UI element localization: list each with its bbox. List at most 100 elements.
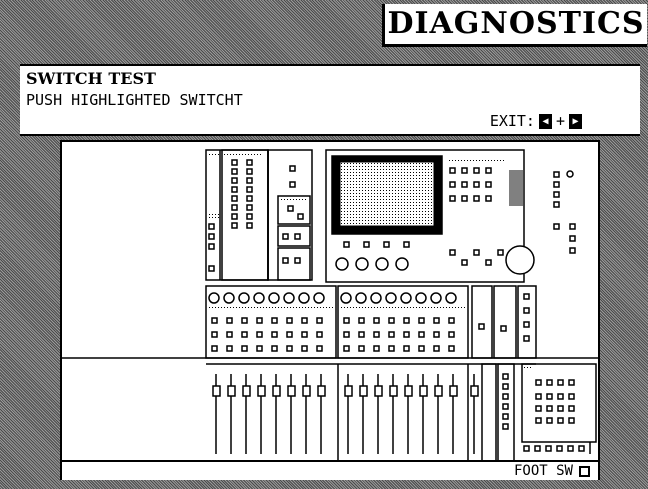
jog-wheel[interactable] bbox=[505, 245, 535, 275]
channel-mute-button[interactable] bbox=[343, 331, 350, 338]
nav-button[interactable] bbox=[497, 249, 504, 256]
channel-fader-cap[interactable] bbox=[302, 385, 311, 397]
memory-button[interactable] bbox=[568, 379, 575, 386]
channel-encoder[interactable] bbox=[385, 292, 397, 304]
channel-solo-button[interactable] bbox=[388, 345, 395, 352]
channel-solo-button[interactable] bbox=[286, 345, 293, 352]
meter-led[interactable] bbox=[502, 413, 509, 420]
utility-button[interactable] bbox=[246, 204, 253, 211]
edit-button[interactable] bbox=[287, 205, 294, 212]
utility-button[interactable] bbox=[231, 159, 238, 166]
channel-solo-button[interactable] bbox=[211, 345, 218, 352]
channel-mute-button[interactable] bbox=[403, 331, 410, 338]
channel-solo-button[interactable] bbox=[433, 345, 440, 352]
utility-button[interactable] bbox=[246, 168, 253, 175]
stereo-button[interactable] bbox=[523, 307, 530, 314]
display-function-button[interactable] bbox=[473, 181, 480, 188]
channel-fader-cap[interactable] bbox=[344, 385, 353, 397]
transport-button[interactable] bbox=[556, 445, 563, 452]
channel-fader-cap[interactable] bbox=[419, 385, 428, 397]
channel-select-button[interactable] bbox=[226, 317, 233, 324]
aux-button[interactable] bbox=[553, 171, 560, 178]
left-module-button[interactable] bbox=[208, 265, 215, 272]
channel-select-button[interactable] bbox=[256, 317, 263, 324]
channel-mute-button[interactable] bbox=[226, 331, 233, 338]
utility-button[interactable] bbox=[246, 213, 253, 220]
meter-led[interactable] bbox=[502, 373, 509, 380]
channel-encoder[interactable] bbox=[223, 292, 235, 304]
keypad-button[interactable] bbox=[546, 417, 553, 424]
function-button[interactable] bbox=[282, 233, 289, 240]
channel-encoder[interactable] bbox=[400, 292, 412, 304]
master-fader-cap[interactable] bbox=[470, 385, 479, 397]
utility-button[interactable] bbox=[289, 165, 296, 172]
channel-encoder[interactable] bbox=[298, 292, 310, 304]
channel-encoder[interactable] bbox=[445, 292, 457, 304]
channel-select-button[interactable] bbox=[211, 317, 218, 324]
channel-select-button[interactable] bbox=[448, 317, 455, 324]
utility-button[interactable] bbox=[246, 186, 253, 193]
channel-fader-cap[interactable] bbox=[287, 385, 296, 397]
channel-encoder[interactable] bbox=[253, 292, 265, 304]
channel-encoder[interactable] bbox=[370, 292, 382, 304]
display-function-button[interactable] bbox=[485, 167, 492, 174]
stereo-button[interactable] bbox=[523, 321, 530, 328]
aux-button[interactable] bbox=[569, 247, 576, 254]
channel-encoder[interactable] bbox=[208, 292, 220, 304]
transport-button[interactable] bbox=[534, 445, 541, 452]
channel-solo-button[interactable] bbox=[373, 345, 380, 352]
channel-mute-button[interactable] bbox=[271, 331, 278, 338]
channel-encoder[interactable] bbox=[415, 292, 427, 304]
channel-solo-button[interactable] bbox=[226, 345, 233, 352]
display-function-button[interactable] bbox=[449, 167, 456, 174]
channel-solo-button[interactable] bbox=[301, 345, 308, 352]
display-function-button[interactable] bbox=[461, 167, 468, 174]
nav-button[interactable] bbox=[461, 259, 468, 266]
channel-solo-button[interactable] bbox=[271, 345, 278, 352]
select-button[interactable] bbox=[363, 241, 370, 248]
channel-select-button[interactable] bbox=[241, 317, 248, 324]
channel-select-button[interactable] bbox=[316, 317, 323, 324]
channel-mute-button[interactable] bbox=[418, 331, 425, 338]
function-button[interactable] bbox=[294, 233, 301, 240]
channel-encoder[interactable] bbox=[430, 292, 442, 304]
aux-button[interactable] bbox=[569, 235, 576, 242]
nav-button[interactable] bbox=[473, 249, 480, 256]
utility-button[interactable] bbox=[231, 213, 238, 220]
channel-mute-button[interactable] bbox=[373, 331, 380, 338]
display-function-button[interactable] bbox=[473, 195, 480, 202]
channel-encoder[interactable] bbox=[340, 292, 352, 304]
meter-led[interactable] bbox=[502, 393, 509, 400]
utility-button[interactable] bbox=[246, 177, 253, 184]
display-function-button[interactable] bbox=[485, 181, 492, 188]
select-button[interactable] bbox=[383, 241, 390, 248]
channel-solo-button[interactable] bbox=[256, 345, 263, 352]
utility-button[interactable] bbox=[246, 159, 253, 166]
utility-button[interactable] bbox=[231, 195, 238, 202]
foot-switch-indicator[interactable]: FOOT SW bbox=[514, 463, 590, 479]
channel-fader-cap[interactable] bbox=[257, 385, 266, 397]
utility-button[interactable] bbox=[231, 177, 238, 184]
channel-mute-button[interactable] bbox=[388, 331, 395, 338]
left-module-button[interactable] bbox=[208, 223, 215, 230]
transport-button[interactable] bbox=[523, 445, 530, 452]
left-module-button[interactable] bbox=[208, 243, 215, 250]
display-function-button[interactable] bbox=[461, 195, 468, 202]
channel-select-button[interactable] bbox=[358, 317, 365, 324]
channel-fader-cap[interactable] bbox=[374, 385, 383, 397]
nav-button[interactable] bbox=[485, 259, 492, 266]
keypad-button[interactable] bbox=[568, 405, 575, 412]
encoder-knob[interactable] bbox=[395, 257, 409, 271]
channel-fader-cap[interactable] bbox=[242, 385, 251, 397]
meter-led[interactable] bbox=[502, 423, 509, 430]
channel-fader-cap[interactable] bbox=[359, 385, 368, 397]
utility-button[interactable] bbox=[231, 168, 238, 175]
aux-button[interactable] bbox=[553, 181, 560, 188]
meter-led[interactable] bbox=[502, 403, 509, 410]
channel-select-button[interactable] bbox=[301, 317, 308, 324]
utility-button[interactable] bbox=[289, 181, 296, 188]
utility-button[interactable] bbox=[246, 222, 253, 229]
aux-button[interactable] bbox=[553, 201, 560, 208]
channel-encoder[interactable] bbox=[313, 292, 325, 304]
display-function-button[interactable] bbox=[449, 181, 456, 188]
